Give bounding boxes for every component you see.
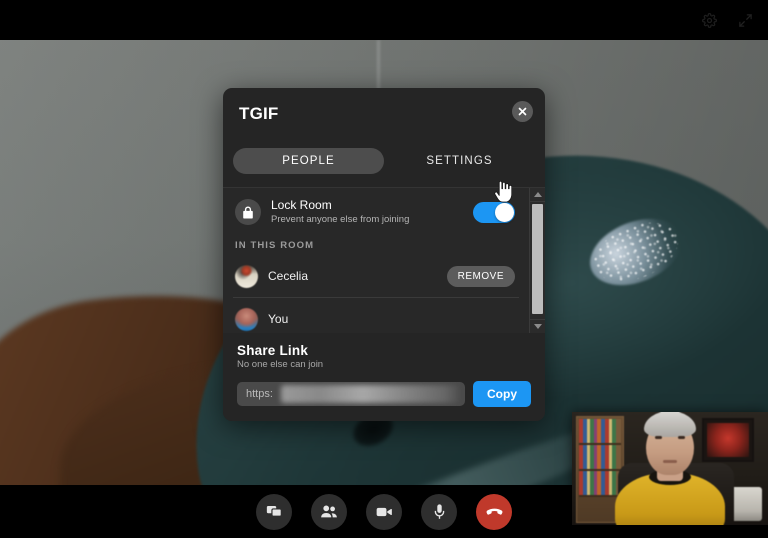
scrollbar[interactable] [529, 188, 545, 333]
microphone-icon [434, 504, 444, 519]
hangup-button[interactable] [476, 493, 512, 530]
screen-share-button[interactable] [256, 493, 292, 530]
people-scroll-region: Lock Room Prevent anyone else from joini… [223, 187, 545, 333]
share-link-prefix: https: [246, 388, 273, 400]
modal-header: TGIF [223, 88, 545, 140]
toggle-knob [495, 202, 514, 222]
microphone-button[interactable] [421, 493, 457, 530]
copy-link-button[interactable]: Copy [473, 381, 531, 407]
tab-people[interactable]: PEOPLE [233, 148, 384, 174]
tab-settings[interactable]: SETTINGS [384, 148, 535, 174]
lock-room-row: Lock Room Prevent anyone else from joini… [233, 188, 519, 236]
close-icon[interactable] [512, 101, 533, 122]
share-link-input[interactable]: https: [237, 382, 465, 406]
share-link-redacted [281, 385, 459, 403]
video-call-app: TGIF PEOPLE SETTINGS Lock Room Prevent a… [0, 0, 768, 538]
modal-tabs: PEOPLE SETTINGS [223, 140, 545, 178]
list-item[interactable]: Cecelia REMOVE [233, 255, 519, 298]
people-list: Lock Room Prevent anyone else from joini… [223, 188, 529, 333]
window-controls [698, 0, 768, 40]
room-modal: TGIF PEOPLE SETTINGS Lock Room Prevent a… [223, 88, 545, 421]
chevron-down-icon [533, 324, 542, 329]
scroll-down-icon[interactable] [530, 319, 545, 333]
avatar [235, 307, 258, 331]
chevron-up-icon [533, 192, 542, 197]
lock-room-subtitle: Prevent anyone else from joining [271, 214, 410, 225]
page-title: TGIF [239, 104, 279, 123]
lock-room-title: Lock Room [271, 198, 332, 212]
scrollbar-thumb[interactable] [532, 204, 543, 314]
share-link-row: https: Copy [237, 381, 531, 407]
settings-icon[interactable] [698, 9, 720, 31]
call-toolbar [0, 485, 768, 538]
share-link-section: Share Link No one else can join https: C… [223, 333, 545, 421]
participant-name: You [268, 312, 289, 326]
participant-name: Cecelia [268, 269, 309, 283]
screen-share-icon [266, 505, 282, 517]
participants-button[interactable] [311, 493, 347, 530]
in-this-room-label: IN THIS ROOM [235, 240, 315, 251]
lock-room-text: Lock Room Prevent anyone else from joini… [271, 198, 463, 226]
share-link-subtitle: No one else can join [237, 359, 324, 370]
remove-participant-button[interactable]: REMOVE [446, 265, 515, 287]
people-icon [321, 505, 337, 517]
video-camera-icon [376, 507, 392, 516]
avatar [235, 264, 258, 288]
fullscreen-icon[interactable] [734, 9, 756, 31]
phone-hangup-icon [486, 508, 502, 515]
lock-room-toggle[interactable] [473, 201, 515, 223]
camera-button[interactable] [366, 493, 402, 530]
lock-icon [235, 199, 261, 225]
letterbox-top [0, 0, 768, 40]
scroll-up-icon[interactable] [530, 188, 545, 202]
share-link-title: Share Link [237, 343, 309, 358]
list-item[interactable]: You [233, 298, 519, 333]
